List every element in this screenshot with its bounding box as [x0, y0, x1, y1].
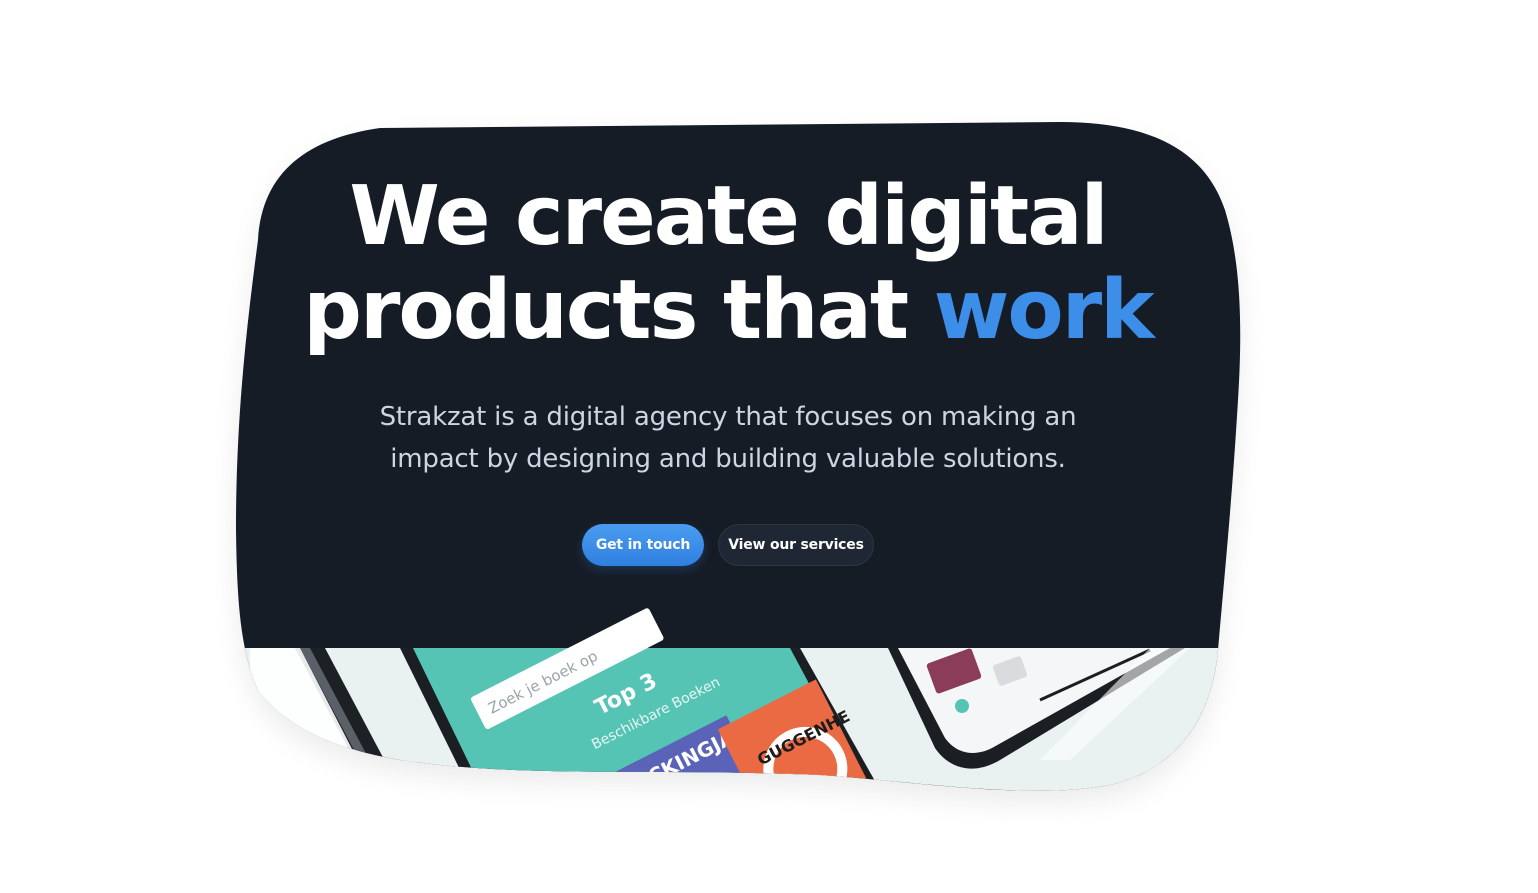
- subtitle-line-2: impact by designing and building valuabl…: [390, 444, 1066, 474]
- headline-line-2-text: products that: [303, 263, 934, 358]
- get-in-touch-button[interactable]: Get in touch: [582, 524, 704, 566]
- app-showcase: Zoek je boek op Top 3 Beschikbare Boeken…: [236, 608, 1241, 791]
- subtitle-line-1: Strakzat is a digital agency that focuse…: [379, 402, 1077, 432]
- hero-content: We create digital products that work Str…: [300, 170, 1156, 566]
- page: Zoek je boek op Top 3 Beschikbare Boeken…: [0, 0, 1538, 893]
- view-services-button[interactable]: View our services: [718, 524, 874, 566]
- headline-accent-word: work: [933, 263, 1155, 358]
- headline-line-1: We create digital: [349, 169, 1108, 264]
- hero-headline: We create digital products that work: [300, 170, 1156, 358]
- hero-subtitle: Strakzat is a digital agency that focuse…: [348, 396, 1108, 480]
- cta-row: Get in touch View our services: [300, 524, 1156, 566]
- headline-line-2: products that work: [300, 264, 1156, 358]
